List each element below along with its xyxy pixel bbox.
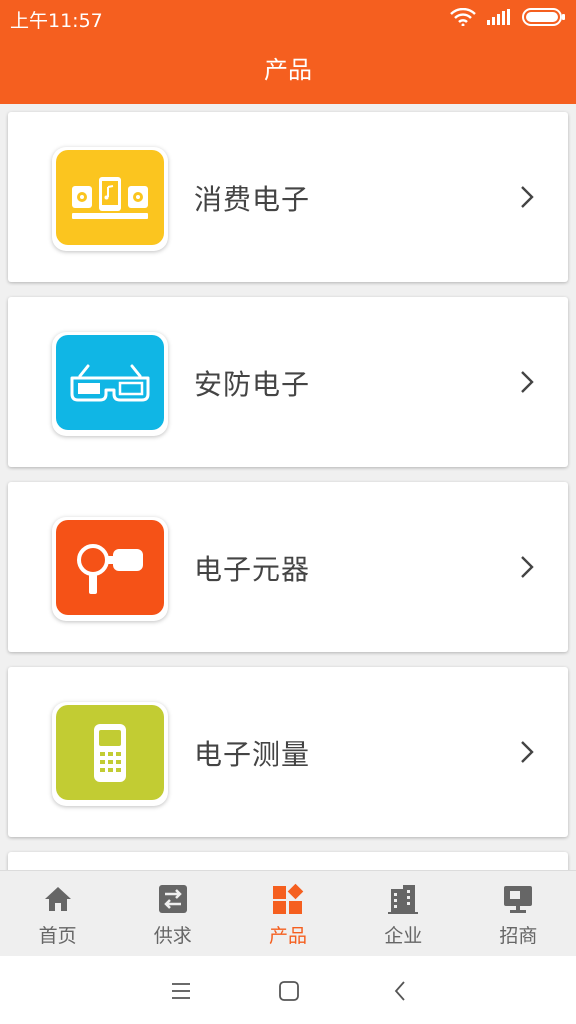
bottom-tab-bar: 首页 供求 产品 企业 招商 — [0, 870, 576, 957]
category-item-consumer-electronics[interactable]: 消费电子 — [8, 112, 568, 282]
status-icons — [450, 8, 566, 26]
chevron-right-icon — [521, 556, 534, 578]
chevron-right-icon — [521, 371, 534, 393]
system-nav-bar — [0, 956, 576, 1024]
home-icon — [44, 887, 71, 911]
tab-home[interactable]: 首页 — [0, 871, 115, 957]
tab-label: 供求 — [153, 925, 192, 947]
category-list[interactable]: 消费电子 安防电子 电子元器 电子测量 — [0, 104, 576, 870]
tab-label: 招商 — [499, 925, 538, 947]
menu-icon[interactable] — [166, 976, 196, 1006]
category-label: 电子测量 — [194, 738, 311, 771]
products-icon — [273, 883, 304, 914]
component-icon — [56, 520, 164, 615]
title-bar: 产品 — [0, 34, 576, 104]
battery-icon — [522, 8, 565, 26]
category-item-electronic-measurement[interactable]: 电子测量 — [8, 667, 568, 837]
tab-supply-demand[interactable]: 供求 — [115, 871, 230, 957]
icon-frame — [52, 332, 168, 436]
category-item-electronic-components[interactable]: 电子元器 — [8, 482, 568, 652]
wifi-icon — [450, 8, 476, 26]
icon-frame — [52, 517, 168, 621]
signal-icon — [487, 9, 510, 25]
tab-investment[interactable]: 招商 — [461, 871, 576, 957]
category-label: 消费电子 — [194, 183, 311, 216]
glasses-icon — [56, 335, 164, 430]
exchange-icon — [158, 885, 187, 913]
chevron-right-icon — [521, 741, 534, 763]
category-item-security-electronics[interactable]: 安防电子 — [8, 297, 568, 467]
building-icon — [388, 885, 419, 914]
meter-icon — [56, 705, 164, 800]
status-bar: 上午11:57 — [0, 0, 576, 34]
monitor-icon — [504, 886, 533, 913]
status-time: 上午11:57 — [10, 10, 103, 32]
icon-frame — [52, 147, 168, 251]
home-square-icon[interactable] — [274, 976, 304, 1006]
chevron-right-icon — [521, 186, 534, 208]
category-item-partial[interactable] — [8, 852, 568, 870]
icon-frame — [52, 702, 168, 806]
category-label: 安防电子 — [194, 368, 311, 401]
category-label: 电子元器 — [194, 553, 311, 586]
tab-products[interactable]: 产品 — [230, 871, 345, 957]
audio-devices-icon — [56, 150, 164, 245]
tab-label: 首页 — [38, 925, 77, 947]
tab-enterprise[interactable]: 企业 — [346, 871, 461, 957]
tab-label: 企业 — [384, 925, 423, 947]
back-icon[interactable] — [386, 976, 416, 1006]
page-title: 产品 — [264, 56, 312, 84]
tab-label: 产品 — [269, 925, 308, 947]
